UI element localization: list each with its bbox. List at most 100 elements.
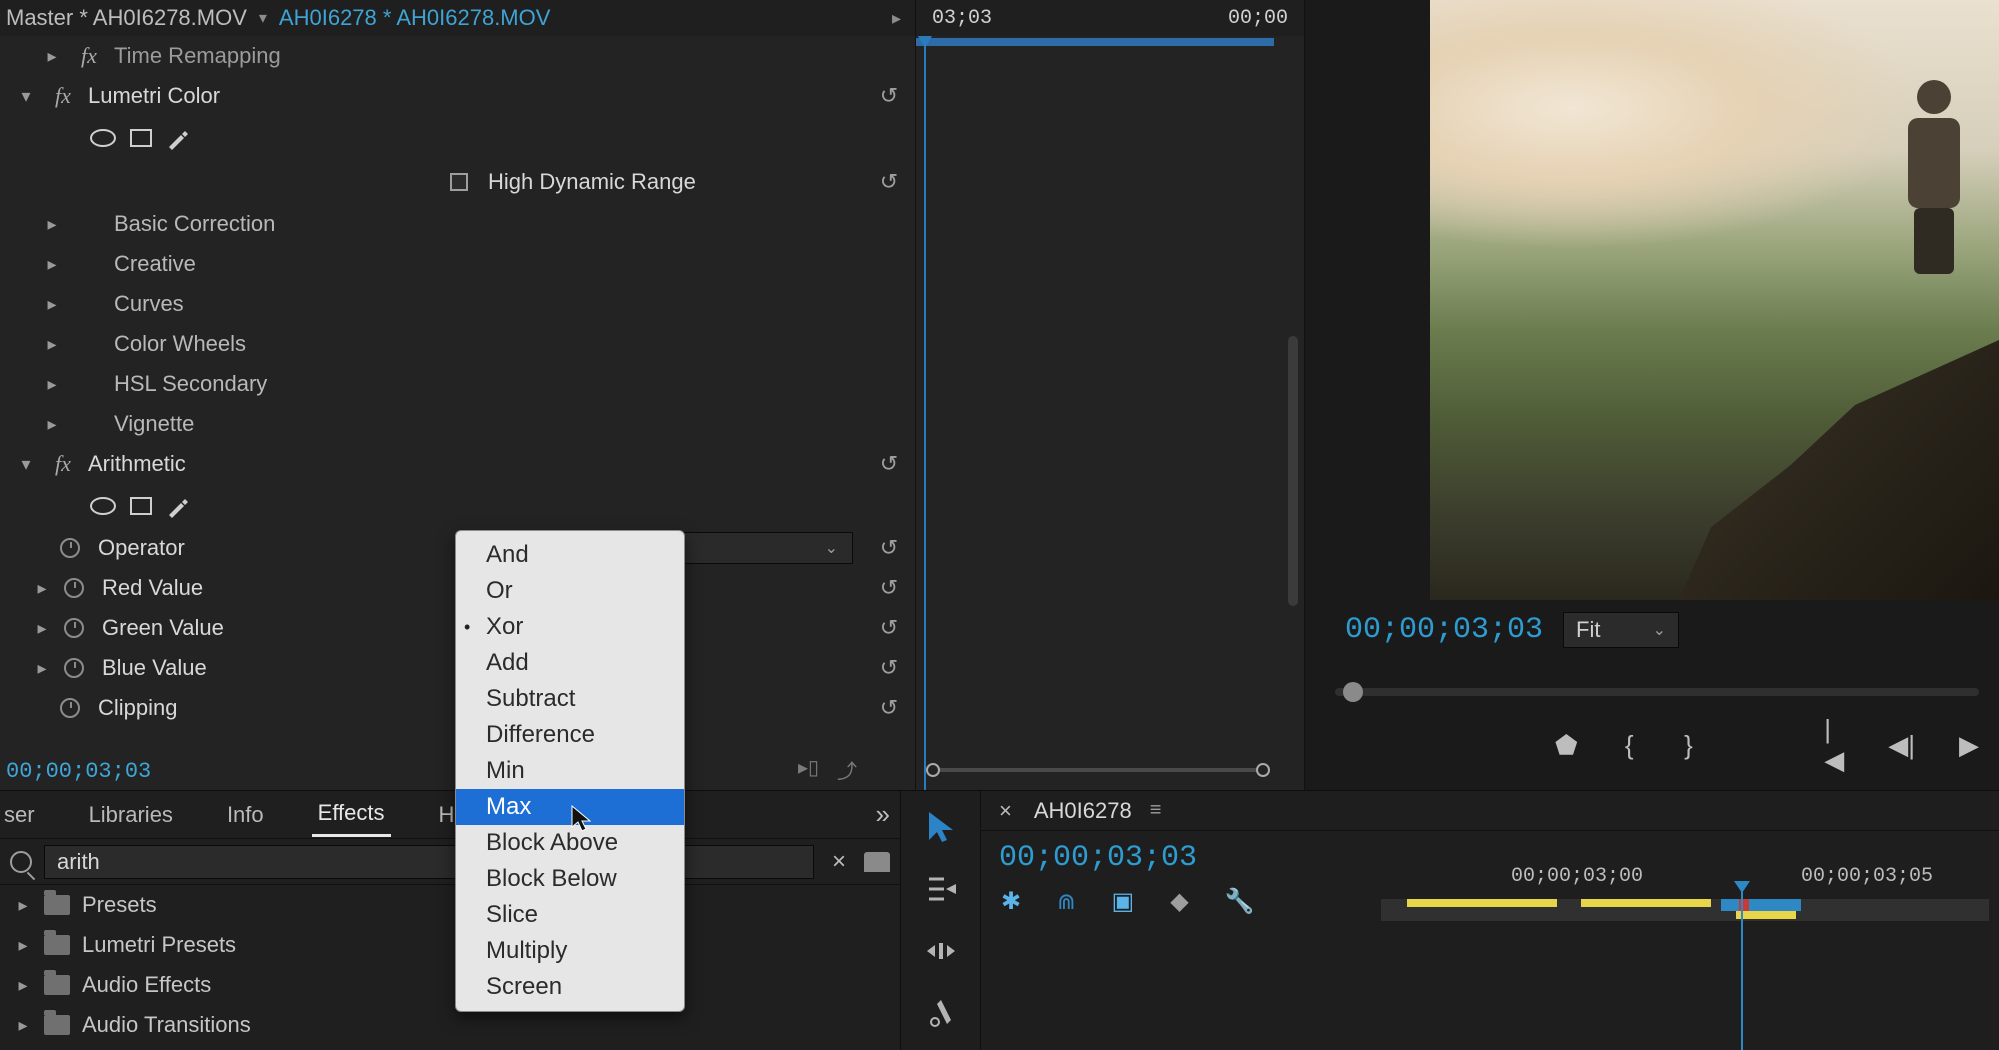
export-frame-icon[interactable]: ⤴ [837, 755, 857, 784]
razor-tool-icon[interactable] [923, 995, 959, 1031]
timeline-clip[interactable] [1736, 911, 1796, 919]
zoom-handle-left[interactable] [926, 763, 940, 777]
effects-search-input[interactable] [44, 845, 814, 879]
reset-icon[interactable]: ↺ [873, 83, 905, 109]
tree-item-audio-effects[interactable]: Audio Effects [0, 965, 900, 1005]
stopwatch-icon[interactable] [64, 618, 84, 638]
selection-tool-icon[interactable] [923, 809, 959, 845]
dropdown-option-difference[interactable]: Difference [456, 717, 684, 753]
tab-info[interactable]: Info [221, 794, 270, 836]
toggle-track-output-icon[interactable]: ▸▯ [798, 755, 819, 784]
disclosure-icon[interactable] [40, 334, 64, 355]
source-clip-label[interactable]: AH0I6278 * AH0I6278.MOV [279, 5, 551, 31]
pen-mask-icon[interactable] [166, 496, 186, 516]
lumetri-color-wheels-row[interactable]: Color Wheels [0, 324, 915, 364]
lumetri-hsl-secondary-row[interactable]: HSL Secondary [0, 364, 915, 404]
tab-browser[interactable]: ser [0, 794, 41, 836]
dropdown-option-xor[interactable]: •Xor [456, 609, 684, 645]
disclosure-icon[interactable] [40, 294, 64, 315]
tab-effects[interactable]: Effects [312, 792, 391, 837]
disclosure-icon[interactable] [14, 895, 32, 916]
disclosure-icon[interactable] [40, 374, 64, 395]
lumetri-creative-row[interactable]: Creative [0, 244, 915, 284]
snap-icon[interactable]: ⋒ [1057, 889, 1075, 915]
disclosure-icon[interactable] [40, 214, 64, 235]
dropdown-option-and[interactable]: And [456, 537, 684, 573]
disclosure-icon[interactable] [14, 86, 38, 107]
reset-icon[interactable]: ↺ [873, 451, 905, 477]
reset-icon[interactable]: ↺ [873, 695, 905, 721]
dropdown-option-min[interactable]: Min [456, 753, 684, 789]
hdr-checkbox[interactable] [450, 173, 468, 191]
effect-time-remapping-row[interactable]: fx Time Remapping [0, 36, 915, 76]
ellipse-mask-icon[interactable] [90, 497, 116, 515]
ellipse-mask-icon[interactable] [90, 129, 116, 147]
tab-libraries[interactable]: Libraries [83, 794, 179, 836]
program-position-slider[interactable] [1335, 688, 1979, 696]
graph-vertical-scrollbar[interactable] [1288, 336, 1298, 606]
disclosure-icon[interactable] [40, 46, 64, 67]
timeline-clip[interactable] [1721, 899, 1801, 911]
disclosure-icon[interactable] [30, 578, 54, 599]
zoom-level-dropdown[interactable]: Fit ⌄ [1563, 612, 1679, 648]
lumetri-curves-row[interactable]: Curves [0, 284, 915, 324]
disclosure-icon[interactable] [14, 1015, 32, 1036]
stopwatch-icon[interactable] [64, 578, 84, 598]
reset-icon[interactable]: ↺ [873, 575, 905, 601]
tree-item-audio-transitions[interactable]: Audio Transitions [0, 1005, 900, 1045]
sequence-name[interactable]: AH0I6278 [1034, 798, 1132, 824]
graph-clip-bar[interactable] [916, 38, 1274, 46]
panel-expand-icon[interactable]: ▸ [892, 8, 901, 29]
stopwatch-icon[interactable] [60, 538, 80, 558]
program-timecode[interactable]: 00;00;03;03 [1345, 613, 1543, 647]
step-back-button[interactable]: ◀| [1888, 728, 1915, 762]
insert-mode-icon[interactable]: ✱ [1001, 887, 1021, 916]
dropdown-option-or[interactable]: Or [456, 573, 684, 609]
timeline-track[interactable] [1381, 899, 1989, 921]
reset-icon[interactable]: ↺ [873, 169, 905, 195]
dropdown-option-max[interactable]: Max [456, 789, 684, 825]
settings-icon[interactable]: 🔧 [1225, 887, 1255, 916]
program-monitor-video[interactable] [1430, 0, 1999, 600]
disclosure-icon[interactable] [14, 975, 32, 996]
effect-controls-timecode[interactable]: 00;00;03;03 [6, 759, 151, 784]
disclosure-icon[interactable] [14, 935, 32, 956]
effect-lumetri-row[interactable]: fx Lumetri Color ↺ [0, 76, 915, 116]
graph-playhead-icon[interactable] [924, 36, 926, 790]
linked-selection-icon[interactable]: ▣ [1112, 887, 1135, 916]
dropdown-option-block-below[interactable]: Block Below [456, 861, 684, 897]
lumetri-basic-correction-row[interactable]: Basic Correction [0, 204, 915, 244]
dropdown-option-multiply[interactable]: Multiply [456, 933, 684, 969]
time-ruler[interactable]: 00;00;03;00 00;00;03;05 [1381, 859, 1989, 897]
pen-mask-icon[interactable] [166, 128, 186, 148]
timeline-playhead-icon[interactable] [1741, 891, 1743, 1050]
reset-icon[interactable]: ↺ [873, 655, 905, 681]
go-to-in-button[interactable]: |◀ [1824, 728, 1844, 762]
disclosure-icon[interactable] [30, 658, 54, 679]
add-marker-button[interactable]: { [1622, 728, 1637, 762]
graph-body[interactable] [916, 36, 1304, 790]
dropdown-option-add[interactable]: Add [456, 645, 684, 681]
tab-overflow-icon[interactable]: » [876, 799, 890, 830]
tree-item-presets[interactable]: Presets [0, 885, 900, 925]
clear-search-icon[interactable]: × [826, 848, 852, 876]
reset-icon[interactable]: ↺ [873, 615, 905, 641]
operator-dropdown-menu[interactable]: AndOr•XorAddSubtractDifferenceMinMaxBloc… [455, 530, 685, 1012]
disclosure-icon[interactable] [30, 618, 54, 639]
mark-out-button[interactable]: } [1681, 728, 1696, 762]
disclosure-icon[interactable] [40, 414, 64, 435]
marker-icon[interactable]: ◆ [1170, 887, 1188, 916]
graph-zoom-bar[interactable] [932, 768, 1264, 772]
timeline-clip[interactable] [1581, 899, 1711, 907]
new-bin-icon[interactable] [864, 852, 890, 872]
close-sequence-icon[interactable]: × [989, 798, 1022, 824]
rectangle-mask-icon[interactable] [130, 497, 152, 515]
zoom-handle-right[interactable] [1256, 763, 1270, 777]
disclosure-icon[interactable] [14, 454, 38, 475]
position-slider-handle[interactable] [1343, 682, 1363, 702]
mark-in-button[interactable]: ⬟ [1555, 728, 1578, 762]
ripple-edit-tool-icon[interactable] [923, 933, 959, 969]
stopwatch-icon[interactable] [64, 658, 84, 678]
clip-dropdown-caret-icon[interactable]: ▾ [259, 8, 267, 28]
effect-arithmetic-row[interactable]: fx Arithmetic ↺ [0, 444, 915, 484]
